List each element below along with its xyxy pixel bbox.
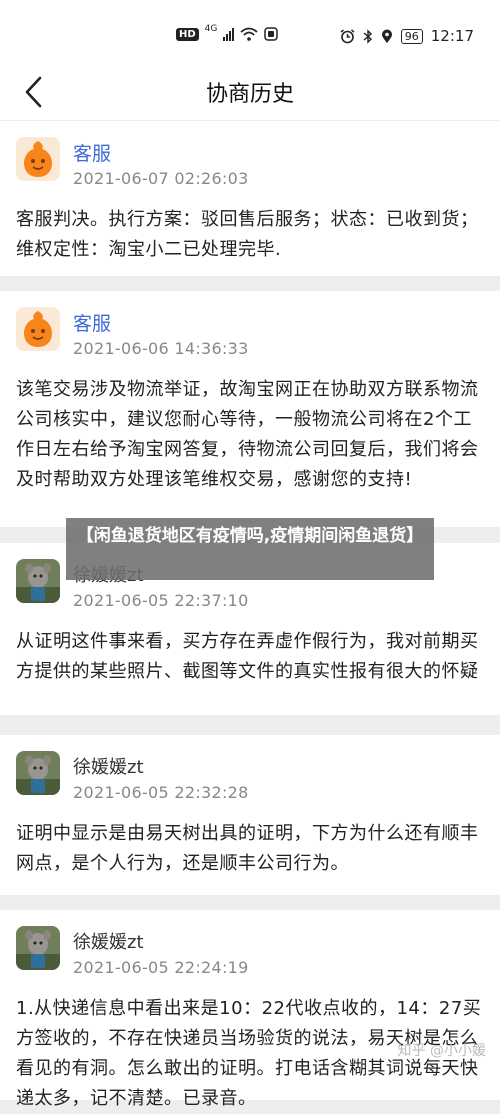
sender-name: 客服 bbox=[73, 313, 112, 335]
battery-indicator: 96 bbox=[400, 28, 423, 44]
article-title-overlay: 【闲鱼退货地区有疫情吗,疫情期间闲鱼退货】 bbox=[66, 518, 434, 580]
list-item: 徐媛媛zt 2021-06-05 22:24:19 1.从快递信息中看出来是10… bbox=[0, 910, 500, 1109]
sender-name: 客服 bbox=[73, 143, 112, 165]
message-content: 该笔交易涉及物流举证，故淘宝网正在协助双方联系物流公司核实中，建议您耐心等待，一… bbox=[16, 379, 479, 490]
hd-badge: HD bbox=[176, 27, 199, 41]
timestamp: 2021-06-05 22:37:10 bbox=[73, 591, 249, 610]
nav-header: 协商历史 bbox=[0, 64, 500, 120]
message-content: 证明中显示是由易天树出具的证明，下方为什么还有顺丰网点，是个人行为，还是顺丰公司… bbox=[16, 823, 479, 874]
message-content: 客服判决。执行方案：驳回售后服务；状态：已收到货；维权定性：淘宝小二已处理完毕. bbox=[16, 209, 479, 260]
timestamp: 2021-06-05 22:24:19 bbox=[73, 958, 249, 977]
status-bar: HD 4G 96 12:17 bbox=[0, 0, 500, 64]
message-content: 从证明这件事来看，买方存在弄虚作假行为，我对前期买方提供的某些照片、截图等文件的… bbox=[16, 631, 479, 682]
clock: 12:17 bbox=[430, 27, 474, 45]
user-avatar-icon bbox=[16, 751, 60, 795]
alarm-icon bbox=[340, 28, 355, 43]
list-item: 客服 2021-06-07 02:26:03 客服判决。执行方案：驳回售后服务；… bbox=[0, 121, 500, 276]
notification-icon bbox=[264, 27, 279, 41]
sender-name: 徐媛媛zt bbox=[73, 932, 144, 953]
user-avatar-icon bbox=[16, 559, 60, 603]
list-item: 徐媛媛zt 2021-06-05 22:32:28 证明中显示是由易天树出具的证… bbox=[0, 735, 500, 895]
timestamp: 2021-06-07 02:26:03 bbox=[73, 169, 249, 188]
service-avatar-icon bbox=[16, 137, 60, 181]
wifi-icon bbox=[240, 27, 258, 41]
bluetooth-icon bbox=[363, 28, 372, 44]
page-title: 协商历史 bbox=[205, 82, 294, 107]
user-avatar-icon bbox=[16, 926, 60, 970]
signal-icon bbox=[223, 27, 235, 41]
sender-name: 徐媛媛zt bbox=[73, 757, 144, 778]
service-avatar-icon bbox=[16, 307, 60, 351]
timestamp: 2021-06-06 14:36:33 bbox=[73, 339, 249, 358]
list-item: 客服 2021-06-06 14:36:33 该笔交易涉及物流举证，故淘宝网正在… bbox=[0, 291, 500, 527]
network-type: 4G bbox=[204, 24, 218, 34]
watermark: 知乎 @小小媛 bbox=[397, 1043, 486, 1059]
timestamp: 2021-06-05 22:32:28 bbox=[73, 783, 249, 802]
location-icon bbox=[381, 29, 392, 43]
